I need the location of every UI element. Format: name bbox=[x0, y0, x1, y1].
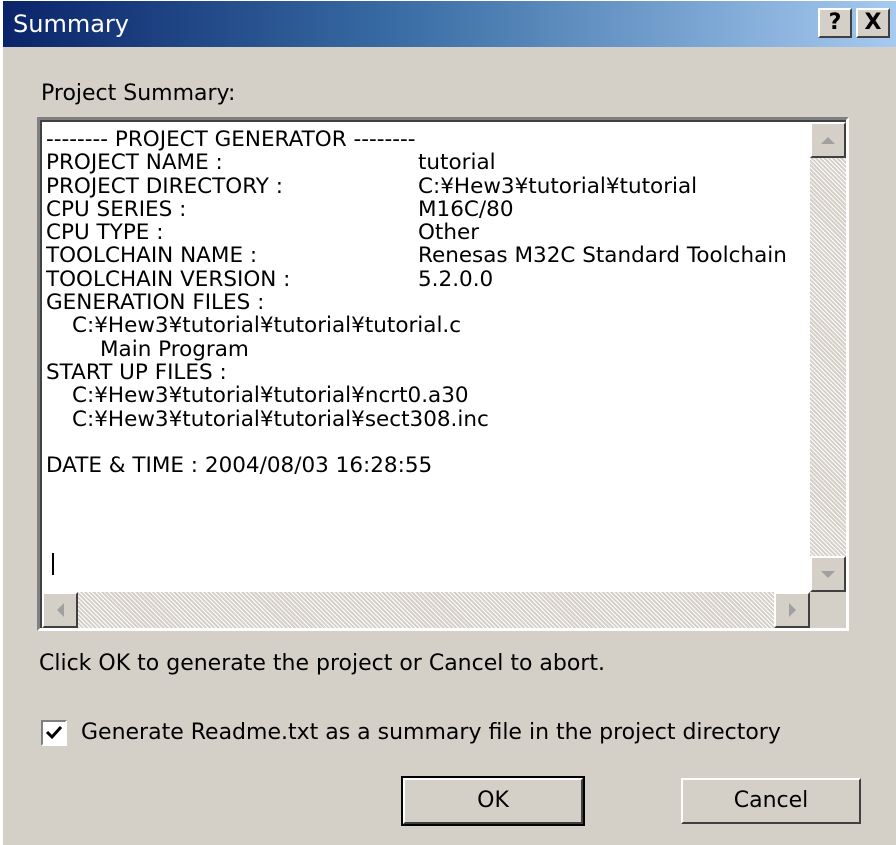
cancel-button[interactable]: Cancel bbox=[681, 778, 861, 824]
summary-text[interactable]: -------- PROJECT GENERATOR -------- PROJ… bbox=[46, 128, 806, 590]
field-row: CPU SERIES : M16C/80 bbox=[46, 196, 806, 222]
ok-button[interactable]: OK bbox=[401, 776, 585, 826]
startup-files-label: START UP FILES : bbox=[46, 359, 227, 385]
checkmark-icon bbox=[45, 725, 63, 740]
instruction-text: Click OK to generate the project or Canc… bbox=[39, 651, 606, 676]
close-icon: X bbox=[864, 10, 882, 35]
field-key: PROJECT DIRECTORY : bbox=[46, 173, 283, 199]
horizontal-scrollbar[interactable] bbox=[42, 592, 810, 628]
title-bar[interactable]: Summary ? X bbox=[3, 1, 896, 47]
scroll-up-arrow-icon bbox=[821, 136, 835, 144]
date-time-line: DATE & TIME : 2004/08/03 16:28:55 bbox=[46, 453, 433, 479]
window-title: Summary bbox=[13, 10, 129, 38]
scrollbar-corner bbox=[810, 592, 846, 628]
text-caret bbox=[52, 553, 54, 575]
field-key: CPU TYPE : bbox=[46, 220, 164, 246]
vertical-scrollbar[interactable] bbox=[810, 122, 846, 592]
generation-files-label: GENERATION FILES : bbox=[46, 290, 265, 316]
field-value: Other bbox=[418, 220, 480, 246]
scroll-up-button[interactable] bbox=[810, 122, 846, 158]
field-row: CPU TYPE : Other bbox=[46, 220, 806, 246]
summary-dialog: Summary ? X Project Summary: -------- PR… bbox=[2, 0, 896, 845]
field-value: 5.2.0.0 bbox=[418, 266, 494, 292]
close-button[interactable]: X bbox=[856, 8, 890, 38]
generation-file-path: C:¥Hew3¥tutorial¥tutorial¥tutorial.c bbox=[72, 313, 462, 339]
readme-checkbox-label[interactable]: Generate Readme.txt as a summary file in… bbox=[81, 720, 781, 745]
scroll-down-button[interactable] bbox=[810, 556, 846, 592]
field-row: PROJECT DIRECTORY : C:¥Hew3¥tutorial¥tuto… bbox=[46, 173, 806, 199]
scroll-down-arrow-icon bbox=[821, 570, 835, 578]
startup-file-path: C:¥Hew3¥tutorial¥tutorial¥ncrt0.a30 bbox=[72, 383, 469, 409]
generation-file-desc: Main Program bbox=[100, 336, 249, 362]
scroll-right-button[interactable] bbox=[774, 592, 810, 628]
field-key: PROJECT NAME : bbox=[46, 150, 223, 176]
field-row: TOOLCHAIN NAME : Renesas M32C Standard To… bbox=[46, 243, 806, 269]
field-key: CPU SERIES : bbox=[46, 196, 187, 222]
startup-file-path: C:¥Hew3¥tutorial¥tutorial¥sect308.inc bbox=[72, 406, 489, 432]
field-value: M16C/80 bbox=[418, 196, 514, 222]
field-value: Renesas M32C Standard Toolchain bbox=[418, 243, 787, 269]
help-button[interactable]: ? bbox=[818, 8, 852, 38]
field-row: PROJECT NAME : tutorial bbox=[46, 150, 806, 176]
field-value: C:¥Hew3¥tutorial¥tutorial bbox=[418, 173, 698, 199]
help-icon: ? bbox=[828, 10, 842, 35]
field-row: TOOLCHAIN VERSION : 5.2.0.0 bbox=[46, 266, 806, 292]
readme-checkbox[interactable] bbox=[41, 720, 67, 746]
summary-textbox[interactable]: -------- PROJECT GENERATOR -------- PROJ… bbox=[37, 117, 849, 631]
field-key: TOOLCHAIN NAME : bbox=[46, 243, 258, 269]
summary-header: -------- PROJECT GENERATOR -------- bbox=[46, 128, 416, 152]
project-summary-label: Project Summary: bbox=[41, 81, 236, 106]
scroll-left-button[interactable] bbox=[42, 592, 78, 628]
scroll-right-arrow-icon bbox=[788, 603, 796, 617]
field-key: TOOLCHAIN VERSION : bbox=[46, 266, 291, 292]
scroll-left-arrow-icon bbox=[56, 603, 64, 617]
field-value: tutorial bbox=[418, 150, 496, 176]
